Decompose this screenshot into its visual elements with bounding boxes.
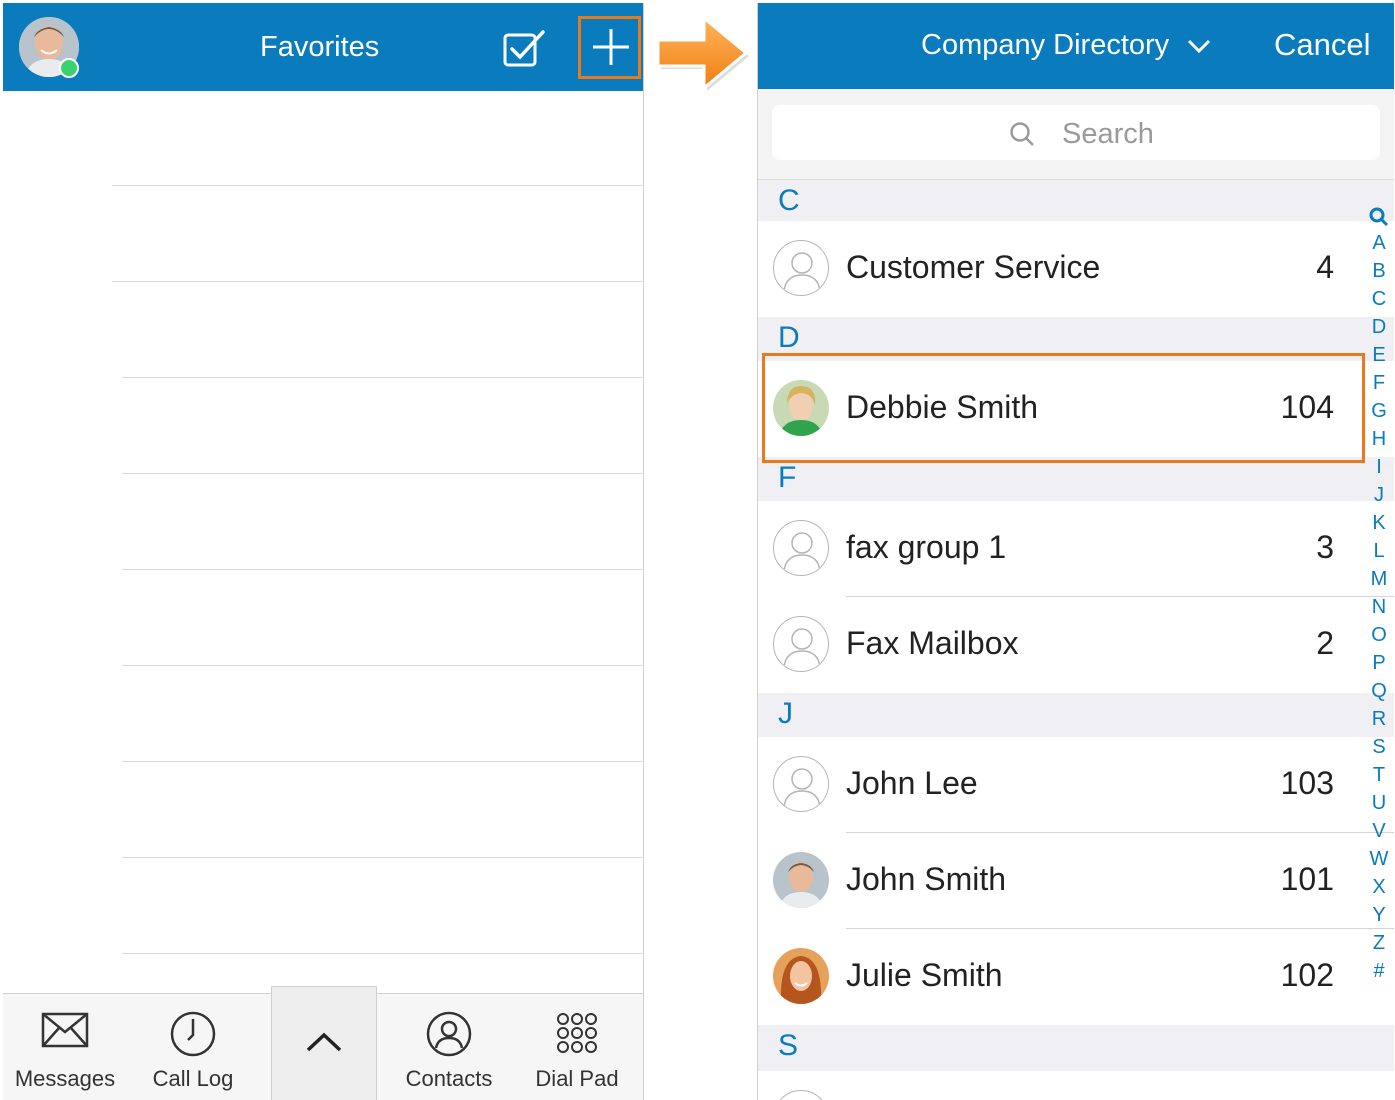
contact-row[interactable]: fax group 1 3 — [758, 501, 1394, 597]
envelope-icon — [41, 1012, 89, 1048]
list-divider — [112, 281, 643, 282]
list-divider — [122, 665, 643, 666]
index-letter[interactable]: H — [1368, 425, 1390, 453]
search-input[interactable]: Search — [772, 105, 1380, 160]
index-letter[interactable]: C — [1368, 285, 1390, 313]
search-icon — [1010, 122, 1034, 146]
person-icon — [426, 1011, 472, 1057]
list-divider — [122, 569, 643, 570]
section-header-c: C — [758, 180, 1394, 221]
search-bar: Search — [758, 89, 1394, 180]
index-search-icon[interactable] — [1369, 207, 1389, 227]
list-divider — [122, 857, 643, 858]
index-letters[interactable]: A B C D E F G H I J K L M N O P Q R S T U V W X Y Z # — [1368, 229, 1390, 985]
default-avatar-icon — [773, 756, 829, 812]
favorites-header: Favorites — [3, 3, 643, 91]
index-letter[interactable]: A — [1368, 229, 1390, 257]
selected-contact-highlight — [762, 353, 1365, 463]
index-letter[interactable]: Y — [1368, 901, 1390, 929]
tab-contacts[interactable]: Contacts — [387, 994, 511, 1100]
index-letter[interactable]: K — [1368, 509, 1390, 537]
favorites-screen: Favorites Messages Call Log Contacts Dia… — [3, 3, 644, 1100]
index-letter[interactable]: # — [1368, 957, 1390, 985]
page-title: Favorites — [260, 31, 380, 63]
edit-checkbox-icon[interactable] — [503, 29, 547, 67]
section-header-s: S — [758, 1025, 1394, 1071]
tab-call-log[interactable]: Call Log — [131, 994, 255, 1100]
chevron-up-icon — [306, 1032, 342, 1052]
default-avatar-icon — [773, 616, 829, 672]
index-letter[interactable]: T — [1368, 761, 1390, 789]
default-avatar-icon — [773, 1090, 829, 1100]
index-letter[interactable]: J — [1368, 481, 1390, 509]
dialpad-icon — [557, 1013, 597, 1053]
index-letter[interactable]: R — [1368, 705, 1390, 733]
tab-expand[interactable] — [271, 986, 377, 1100]
contact-row[interactable]: Fax Mailbox 2 — [758, 597, 1394, 693]
contact-row[interactable]: Customer Service 4 — [758, 221, 1394, 317]
index-letter[interactable]: I — [1368, 453, 1390, 481]
index-letter[interactable]: L — [1368, 537, 1390, 565]
index-letter[interactable]: X — [1368, 873, 1390, 901]
contact-row[interactable]: Julie Smith 102 — [758, 929, 1394, 1025]
index-letter[interactable]: N — [1368, 593, 1390, 621]
tab-messages[interactable]: Messages — [3, 994, 127, 1100]
transition-arrow-icon — [656, 14, 749, 92]
index-letter[interactable]: P — [1368, 649, 1390, 677]
directory-header: Company Directory Cancel — [758, 3, 1394, 89]
index-letter[interactable]: B — [1368, 257, 1390, 285]
list-divider — [122, 377, 643, 378]
index-letter[interactable]: W — [1368, 845, 1390, 873]
directory-title[interactable]: Company Directory — [921, 29, 1211, 62]
cancel-button[interactable]: Cancel — [1274, 27, 1371, 63]
index-letter[interactable]: O — [1368, 621, 1390, 649]
index-letter[interactable]: Q — [1368, 677, 1390, 705]
index-letter[interactable]: F — [1368, 369, 1390, 397]
directory-screen: Company Directory Cancel Search C Custom… — [757, 3, 1394, 1100]
default-avatar-icon — [773, 520, 829, 576]
index-letter[interactable]: S — [1368, 733, 1390, 761]
tab-dial-pad[interactable]: Dial Pad — [515, 994, 639, 1100]
contact-photo-avatar — [773, 852, 829, 908]
contact-row[interactable]: John Lee 103 — [758, 737, 1394, 833]
list-divider — [122, 761, 643, 762]
index-letter[interactable]: V — [1368, 817, 1390, 845]
default-avatar-icon — [773, 240, 829, 296]
contact-row[interactable]: John Smith 101 — [758, 833, 1394, 929]
index-letter[interactable]: Z — [1368, 929, 1390, 957]
index-letter[interactable]: M — [1368, 565, 1390, 593]
section-header-f: F — [758, 457, 1394, 501]
index-letter[interactable]: G — [1368, 397, 1390, 425]
list-divider — [122, 953, 643, 954]
online-status-icon — [59, 58, 79, 78]
index-letter[interactable]: U — [1368, 789, 1390, 817]
list-divider — [112, 185, 643, 186]
index-letter[interactable]: D — [1368, 313, 1390, 341]
index-letter[interactable]: E — [1368, 341, 1390, 369]
add-button-highlight — [578, 16, 641, 79]
tab-bar: Messages Call Log Contacts Dial Pad — [3, 986, 643, 1100]
list-divider — [122, 473, 643, 474]
section-header-j: J — [758, 693, 1394, 737]
contact-row[interactable] — [758, 1071, 1394, 1100]
alphabet-index[interactable]: A B C D E F G H I J K L M N O P Q R S T U V W X Y Z # — [1368, 203, 1390, 985]
clock-icon — [170, 1011, 216, 1057]
contact-photo-avatar — [773, 948, 829, 1004]
chevron-down-icon — [1188, 40, 1211, 54]
